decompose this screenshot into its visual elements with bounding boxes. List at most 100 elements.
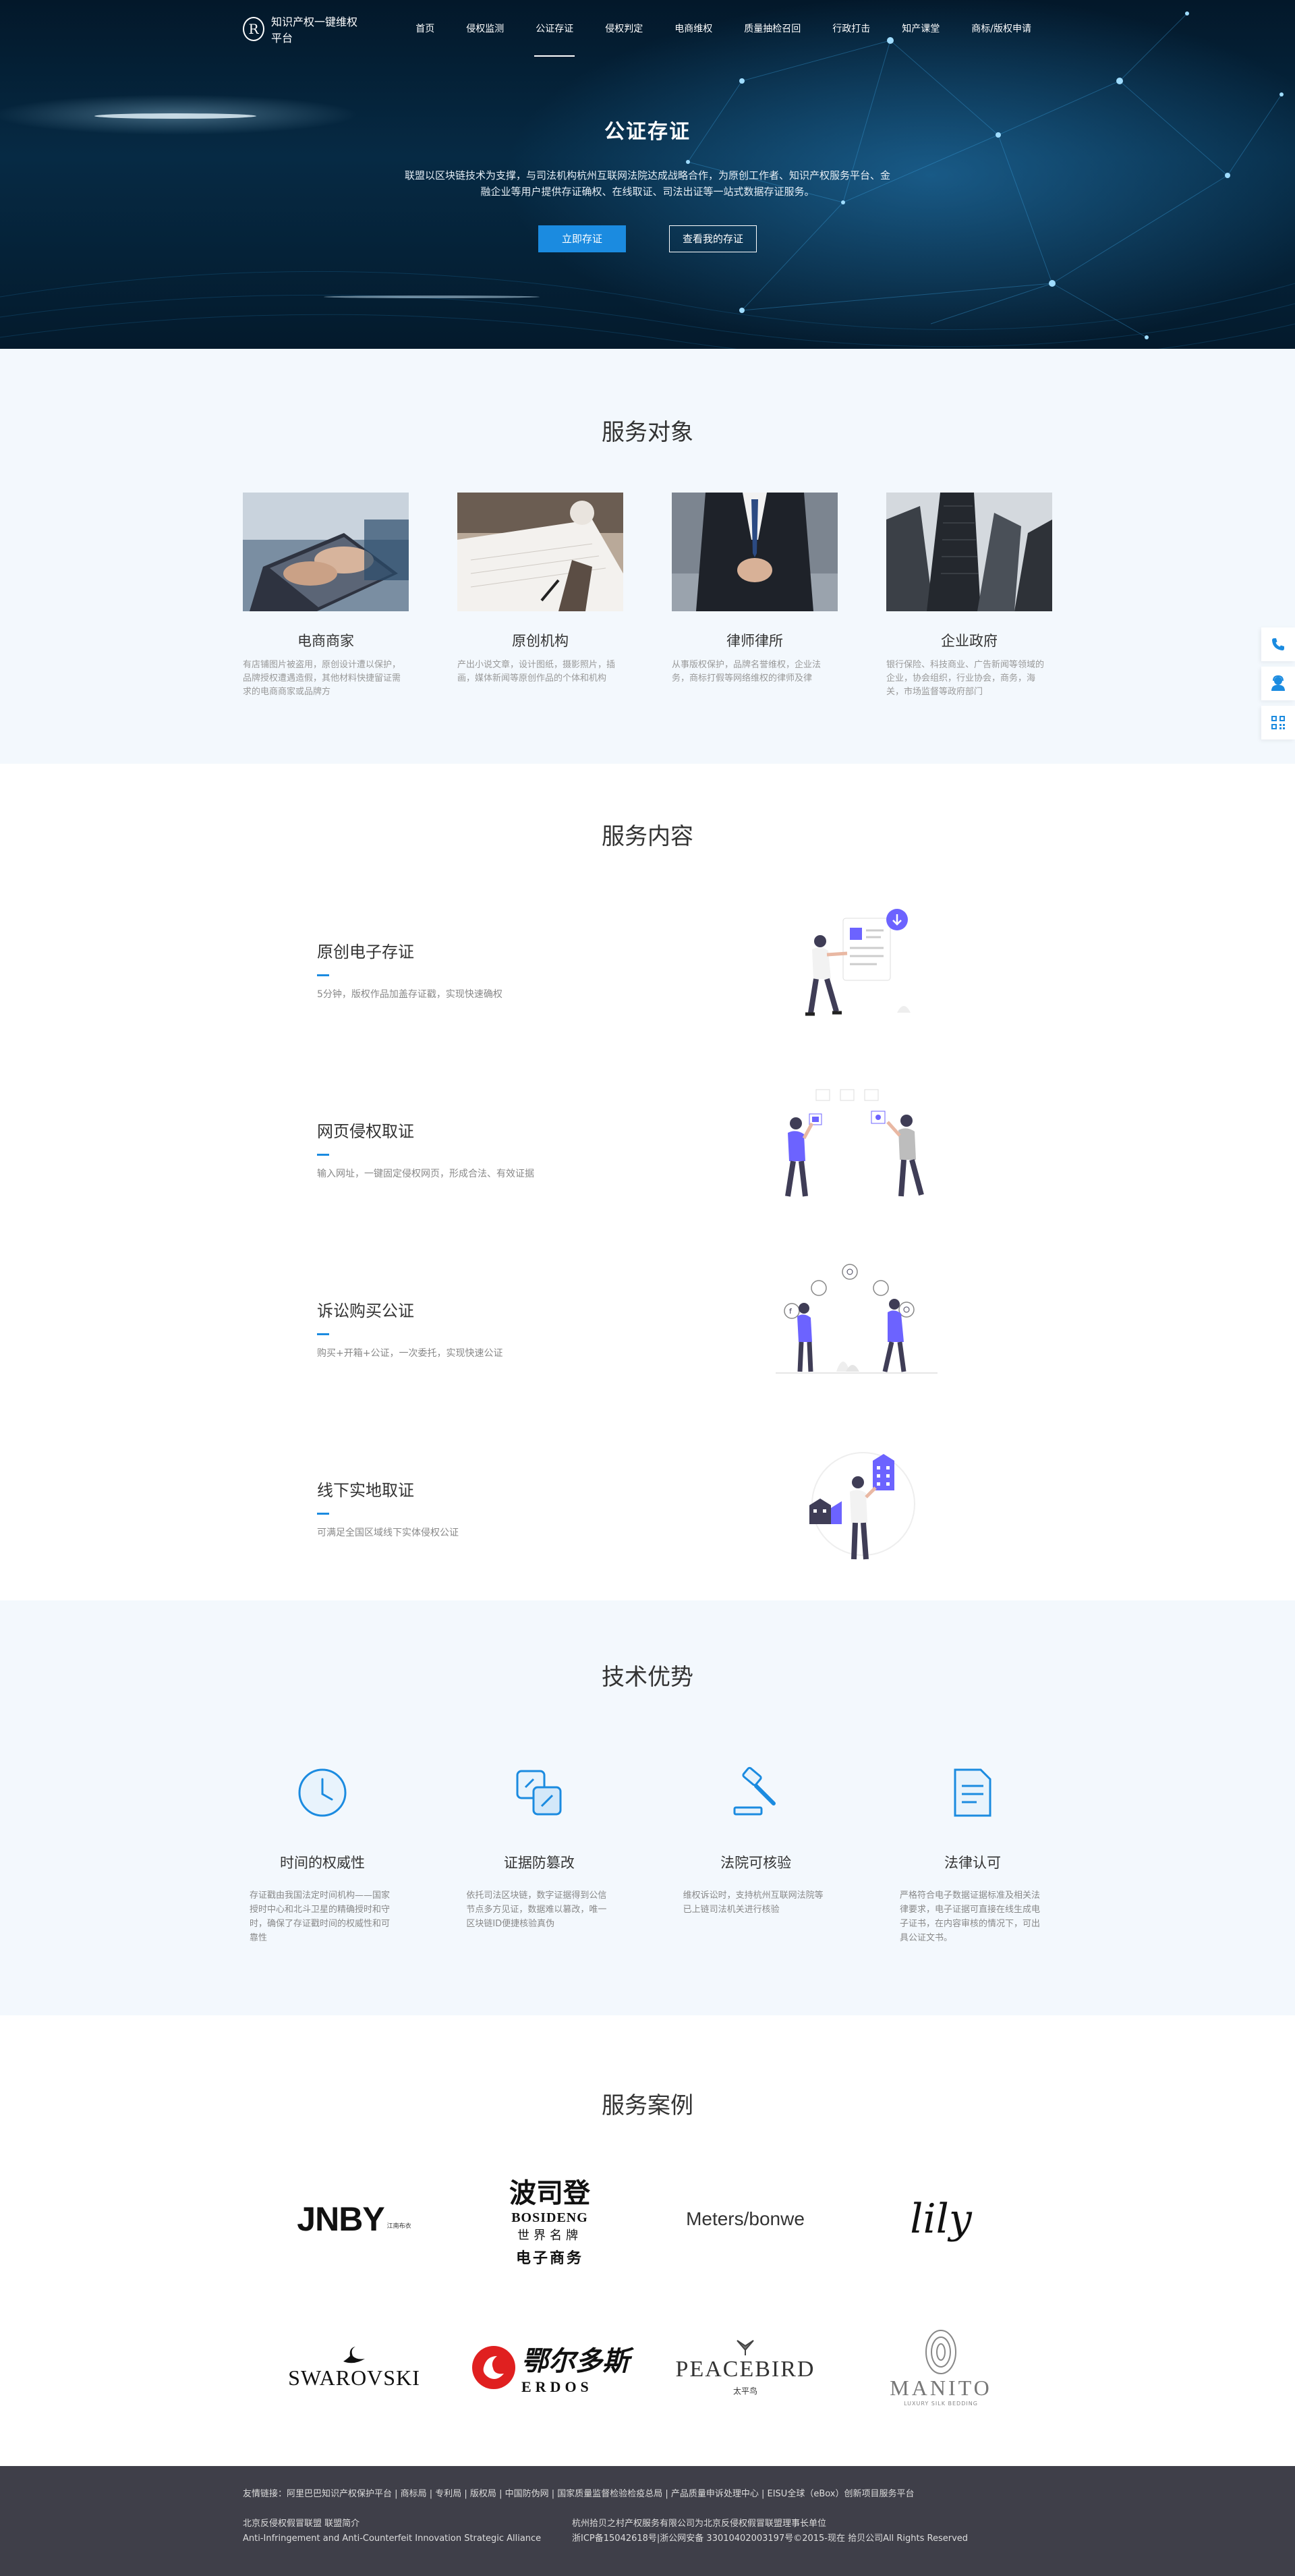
footer-org-info: 北京反侵权假冒联盟 联盟简介 Anti-Infringement and Ant… xyxy=(243,2517,572,2546)
tech-advantage-name: 法院可核验 xyxy=(720,1855,792,1871)
accent-bar xyxy=(317,1513,329,1515)
service-object-desc: 从事版权保护，品牌名誉维权，企业法务，商标打假等网络维权的律师及律 xyxy=(672,660,822,683)
metersbonwe-logo: Meters/bonwe xyxy=(686,2208,805,2229)
peacebird-logo: PEACEBIRD 太平鸟 xyxy=(648,2317,843,2418)
erdos-emblem-icon xyxy=(472,2346,515,2389)
tech-advantage-item: 时间的权威性 存证戳由我国法定时间机构——国家授时中心和北斗卫星的精确授时和守时… xyxy=(250,1766,395,1945)
hero-banner: R 知识产权一键维权平台 首页 侵权监测 公证存证 侵权判定 电商维权 质量抽检… xyxy=(0,0,1295,349)
service-content-desc: 可满足全国区域线下实体侵权公证 xyxy=(317,1528,459,1538)
service-content-item: 网页侵权取证 输入网址，一键固定侵权网页，形成合法、有效证据 xyxy=(243,1071,1052,1250)
service-object-name: 电商商家 xyxy=(297,633,354,649)
phone-icon[interactable] xyxy=(1261,627,1295,661)
nav-item-notary[interactable]: 公证存证 xyxy=(525,0,584,58)
laptop-typing-photo xyxy=(243,493,409,611)
gavel-icon xyxy=(733,1766,776,1816)
service-content-title: 线下实地取证 xyxy=(317,1481,414,1500)
tech-advantages-list: 时间的权威性 存证戳由我国法定时间机构——国家授时中心和北斗卫星的精确授时和守时… xyxy=(243,1766,1052,1945)
service-object-name: 企业政府 xyxy=(941,633,998,649)
nav-item-judgement[interactable]: 侵权判定 xyxy=(594,0,654,58)
nav-item-monitoring[interactable]: 侵权监测 xyxy=(455,0,515,58)
tech-advantages-section: 技术优势 时间的权威性 存证戳由我国法定时间机构——国家授时中心和北斗卫星的精确… xyxy=(0,1600,1295,2015)
social-media-illustration: f xyxy=(776,1264,938,1374)
accent-bar xyxy=(317,1154,329,1156)
service-object-desc: 产出小说文章，设计图纸，摄影照片，插画，媒体新闻等原创作品的个体和机构 xyxy=(457,660,616,683)
section-title: 服务内容 xyxy=(602,823,693,850)
service-cases-section: 服务案例 JNBY 江南布衣 波司登 BOSIDENG 世界名牌 电子商务 Me… xyxy=(0,2015,1295,2466)
tech-advantage-desc: 维权诉讼时，支持杭州互联网法院等已上链司法机关进行核验 xyxy=(683,1891,824,1915)
view-my-records-button[interactable]: 查看我的存证 xyxy=(669,225,757,252)
service-content-title: 诉讼购买公证 xyxy=(317,1301,414,1320)
tech-advantage-item: 证据防篡改 依托司法区块链，数字证据得到公信节点多方见证，数据难以篡改，唯一区块… xyxy=(466,1766,612,1945)
swarovski-logo: SWAROVSKI xyxy=(256,2317,452,2418)
tech-advantage-desc: 严格符合电子数据证据标准及相关法律要求，电子证据可直接在线生成电子证书，在内容审… xyxy=(899,1891,1040,1943)
layers-icon xyxy=(516,1770,562,1816)
clock-icon xyxy=(298,1768,347,1817)
bird-icon xyxy=(737,2339,754,2355)
two-people-sharing-illustration xyxy=(785,1089,924,1197)
document-upload-illustration xyxy=(805,909,911,1016)
service-object-desc: 银行保险、科技商业、广告新闻等领域的企业，协会组织，行业协会，商务，海关，市场监… xyxy=(886,660,1045,697)
footer-friend-links[interactable]: 友情链接：阿里巴巴知识产权保护平台 | 商标局 | 专利局 | 版权局 | 中国… xyxy=(243,2486,1052,2499)
floating-sidebar xyxy=(1261,627,1295,745)
service-object-card: 企业政府 银行保险、科技商业、广告新闻等领域的企业，协会组织，行业协会，商务，海… xyxy=(886,493,1052,699)
main-nav: 首页 侵权监测 公证存证 侵权判定 电商维权 质量抽检召回 行政打击 知产课堂 … xyxy=(405,0,1052,58)
service-content-item: 诉讼购买公证 购买+开箱+公证，一次委托，实现快速公证 f xyxy=(243,1250,1052,1430)
support-agent-icon[interactable] xyxy=(1261,667,1295,700)
service-content-section: 服务内容 原创电子存证 5分钟，版权作品加盖存证戳，实现快速确权 网页侵权取证 … xyxy=(0,764,1295,1600)
nav-item-classroom[interactable]: 知产课堂 xyxy=(891,0,950,58)
service-object-card: 电商商家 有店铺图片被盗用，原创设计遭以保护，品牌授权遭遇造假，其他材料快捷留证… xyxy=(243,493,409,699)
service-object-card: 律师律所 从事版权保护，品牌名誉维权，企业法务，商标打假等网络维权的律师及律 xyxy=(672,493,838,699)
swan-icon xyxy=(343,2346,365,2363)
qrcode-icon[interactable] xyxy=(1261,706,1295,739)
footer-org-cn[interactable]: 北京反侵权假冒联盟 联盟简介 xyxy=(243,2517,572,2531)
section-title: 服务案例 xyxy=(602,2092,693,2119)
skyscrapers-photo xyxy=(886,493,1052,611)
site-footer: 友情链接：阿里巴巴知识产权保护平台 | 商标局 | 专利局 | 版权局 | 中国… xyxy=(0,2466,1295,2576)
nav-item-home[interactable]: 首页 xyxy=(405,0,445,58)
start-notarize-button[interactable]: 立即存证 xyxy=(538,225,626,252)
hero-buttons: 立即存证 查看我的存证 xyxy=(0,225,1295,252)
nav-item-quality-recall[interactable]: 质量抽检召回 xyxy=(733,0,811,58)
service-content-desc: 购买+开箱+公证，一次委托，实现快速公证 xyxy=(317,1348,503,1359)
tech-advantage-desc: 依托司法区块链，数字证据得到公信节点多方见证，数据难以篡改，唯一区块链ID便捷核… xyxy=(466,1891,607,1929)
tech-advantage-item: 法律认可 严格符合电子数据证据标准及相关法律要求，电子证据可直接在线生成电子证书… xyxy=(900,1766,1045,1945)
manito-emblem-icon xyxy=(925,2330,956,2374)
nav-item-trademark-apply[interactable]: 商标/版权申请 xyxy=(960,0,1042,58)
service-content-text: 线下实地取证 可满足全国区域线下实体侵权公证 xyxy=(317,1477,459,1539)
service-object-name: 原创机构 xyxy=(512,633,569,649)
service-content-title: 原创电子存证 xyxy=(317,943,414,961)
bosideng-logo: 波司登 BOSIDENG 世界名牌 电子商务 xyxy=(509,2177,590,2267)
service-content-item: 原创电子存证 5分钟，版权作品加盖存证戳，实现快速确权 xyxy=(243,891,1052,1071)
hero-content: 公证存证 联盟以区块链技术为支撑，与司法机构杭州互联网法院达成战略合作，为原创工… xyxy=(0,115,1295,252)
case-logos-grid: JNBY 江南布衣 波司登 BOSIDENG 世界名牌 电子商务 Meters/… xyxy=(243,2168,1052,2418)
service-content-text: 网页侵权取证 输入网址，一键固定侵权网页，形成合法、有效证据 xyxy=(317,1118,534,1180)
section-title: 服务对象 xyxy=(602,419,693,446)
hero-description: 联盟以区块链技术为支撑，与司法机构杭州互联网法院达成战略合作，为原创工作者、知识… xyxy=(405,169,891,198)
tech-advantage-desc: 存证戳由我国法定时间机构——国家授时中心和北斗卫星的精确授时和守时，确保了存证戳… xyxy=(250,1891,391,1943)
businessman-suit-photo xyxy=(672,493,838,611)
service-content-desc: 5分钟，版权作品加盖存证戳，实现快速确权 xyxy=(317,989,502,1000)
accent-bar xyxy=(317,1333,329,1335)
erdos-logo: 鄂尔多斯 ERDOS xyxy=(452,2317,648,2418)
accent-bar xyxy=(317,974,329,976)
service-object-name: 律师律所 xyxy=(726,633,783,649)
service-content-list: 原创电子存证 5分钟，版权作品加盖存证戳，实现快速确权 网页侵权取证 输入网址，… xyxy=(243,891,1052,1609)
service-objects-section: 服务对象 电商商家 有店铺图片被盗用，原创设计遭以保护，品牌授权遭遇造假，其他材… xyxy=(0,349,1295,764)
tech-advantage-name: 证据防篡改 xyxy=(503,1855,575,1871)
site-logo[interactable]: R 知识产权一键维权平台 xyxy=(243,13,366,45)
footer-company-info: 杭州拾贝之村产权服务有限公司为北京反侵权假冒联盟理事长单位 浙ICP备15042… xyxy=(572,2517,968,2546)
jnby-logo: JNBY 江南布衣 xyxy=(297,2200,411,2238)
logo-mark-icon: R xyxy=(243,17,265,41)
service-content-text: 诉讼购买公证 购买+开箱+公证，一次委托，实现快速公证 xyxy=(317,1297,502,1360)
top-navigation: R 知识产权一键维权平台 首页 侵权监测 公证存证 侵权判定 电商维权 质量抽检… xyxy=(0,0,1295,58)
section-title: 技术优势 xyxy=(602,1664,693,1691)
service-object-card: 原创机构 产出小说文章，设计图纸，摄影照片，插画，媒体新闻等原创作品的个体和机构 xyxy=(457,493,623,699)
tech-advantage-item: 法院可核验 维权诉讼时，支持杭州互联网法院等已上链司法机关进行核验 xyxy=(683,1766,829,1945)
service-content-text: 原创电子存证 5分钟，版权作品加盖存证戳，实现快速确权 xyxy=(317,939,502,1001)
nav-item-enforcement[interactable]: 行政打击 xyxy=(822,0,881,58)
nav-item-ecommerce[interactable]: 电商维权 xyxy=(664,0,723,58)
writing-hand-photo xyxy=(457,493,623,611)
footer-company: 杭州拾贝之村产权服务有限公司为北京反侵权假冒联盟理事长单位 xyxy=(572,2519,827,2529)
footer-info: 北京反侵权假冒联盟 联盟简介 Anti-Infringement and Ant… xyxy=(243,2517,1052,2546)
tech-advantage-name: 时间的权威性 xyxy=(280,1855,365,1871)
